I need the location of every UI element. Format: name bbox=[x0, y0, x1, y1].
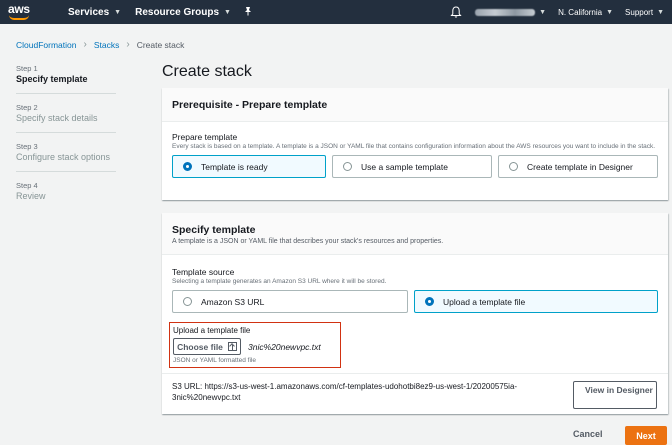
radio-selected-icon bbox=[425, 297, 434, 306]
panel-header: Prerequisite - Prepare template bbox=[162, 88, 668, 122]
prerequisite-panel: Prerequisite - Prepare template Prepare … bbox=[162, 88, 668, 200]
choose-file-button[interactable]: Choose file bbox=[173, 338, 241, 355]
account-menu[interactable]: ▼ bbox=[475, 8, 547, 16]
caret-down-icon: ▼ bbox=[606, 8, 614, 16]
radio-selected-icon bbox=[183, 162, 192, 171]
breadcrumb: CloudFormation › Stacks › Create stack bbox=[16, 39, 184, 50]
aws-smile-icon bbox=[9, 15, 29, 20]
upload-template-field: Upload a template file Choose file 3nic%… bbox=[169, 322, 341, 368]
pin-icon[interactable] bbox=[243, 6, 253, 19]
support-menu[interactable]: Support ▼ bbox=[625, 8, 664, 17]
top-navigation-bar: aws Services ▼ Resource Groups ▼ ▼ N. Ca… bbox=[0, 0, 672, 24]
upload-icon bbox=[227, 342, 237, 351]
view-in-designer-button[interactable]: View in Designer bbox=[573, 381, 657, 409]
panel-header: Specify template A template is a JSON or… bbox=[162, 213, 668, 255]
divider bbox=[162, 373, 668, 374]
radio-icon bbox=[509, 162, 518, 171]
breadcrumb-cloudformation[interactable]: CloudFormation bbox=[16, 40, 76, 50]
field-label: Template source bbox=[172, 267, 235, 277]
breadcrumb-current: Create stack bbox=[136, 39, 185, 50]
field-description: Every stack is based on a template. A te… bbox=[172, 143, 656, 150]
file-hint: JSON or YAML formatted file bbox=[173, 357, 256, 364]
step-3: Step 3 Configure stack options bbox=[16, 142, 111, 162]
region-selector[interactable]: N. California ▼ bbox=[558, 8, 613, 17]
panel-description: A template is a JSON or YAML file that d… bbox=[172, 238, 444, 245]
redacted-username bbox=[475, 8, 536, 16]
template-source-options: Amazon S3 URL Upload a template file bbox=[172, 290, 658, 313]
panel-title: Prerequisite - Prepare template bbox=[172, 98, 328, 111]
chevron-right-icon: › bbox=[83, 39, 87, 50]
option-sample-template[interactable]: Use a sample template bbox=[332, 155, 492, 178]
panel-title: Specify template bbox=[172, 224, 256, 236]
option-upload-template-file[interactable]: Upload a template file bbox=[414, 290, 658, 313]
option-create-in-designer[interactable]: Create template in Designer bbox=[498, 155, 658, 178]
option-template-ready[interactable]: Template is ready bbox=[172, 155, 326, 178]
resource-groups-menu[interactable]: Resource Groups ▼ bbox=[135, 7, 231, 18]
divider bbox=[16, 93, 116, 94]
services-menu[interactable]: Services ▼ bbox=[68, 7, 121, 18]
prepare-template-options: Template is ready Use a sample template … bbox=[172, 155, 658, 178]
bell-icon[interactable] bbox=[449, 5, 463, 19]
step-1[interactable]: Step 1 Specify template bbox=[16, 64, 120, 84]
step-4: Step 4 Review bbox=[16, 181, 46, 201]
aws-logo[interactable]: aws bbox=[8, 0, 42, 24]
divider bbox=[16, 171, 116, 172]
page-title: Create stack bbox=[162, 63, 252, 80]
caret-down-icon: ▼ bbox=[224, 8, 231, 16]
specify-template-panel: Specify template A template is a JSON or… bbox=[162, 213, 668, 414]
radio-icon bbox=[183, 297, 192, 306]
caret-down-icon: ▼ bbox=[114, 8, 122, 16]
radio-icon bbox=[343, 162, 352, 171]
chevron-right-icon: › bbox=[126, 39, 130, 50]
caret-down-icon: ▼ bbox=[657, 8, 664, 16]
wizard-steps: Step 1 Specify template Step 2 Specify s… bbox=[16, 64, 120, 210]
caret-down-icon: ▼ bbox=[539, 8, 547, 16]
next-button[interactable]: Next bbox=[625, 426, 667, 445]
field-description: Selecting a template generates an Amazon… bbox=[172, 278, 387, 285]
field-label: Prepare template bbox=[172, 132, 238, 142]
s3-url-text: S3 URL: https://s3-us-west-1.amazonaws.c… bbox=[172, 382, 518, 402]
cancel-button[interactable]: Cancel bbox=[573, 429, 603, 439]
option-amazon-s3-url[interactable]: Amazon S3 URL bbox=[172, 290, 408, 313]
upload-label: Upload a template file bbox=[173, 326, 251, 335]
step-2: Step 2 Specify stack details bbox=[16, 103, 98, 123]
divider bbox=[16, 132, 116, 133]
breadcrumb-stacks[interactable]: Stacks bbox=[94, 40, 120, 50]
selected-file-name: 3nic%20newvpc.txt bbox=[248, 341, 321, 352]
